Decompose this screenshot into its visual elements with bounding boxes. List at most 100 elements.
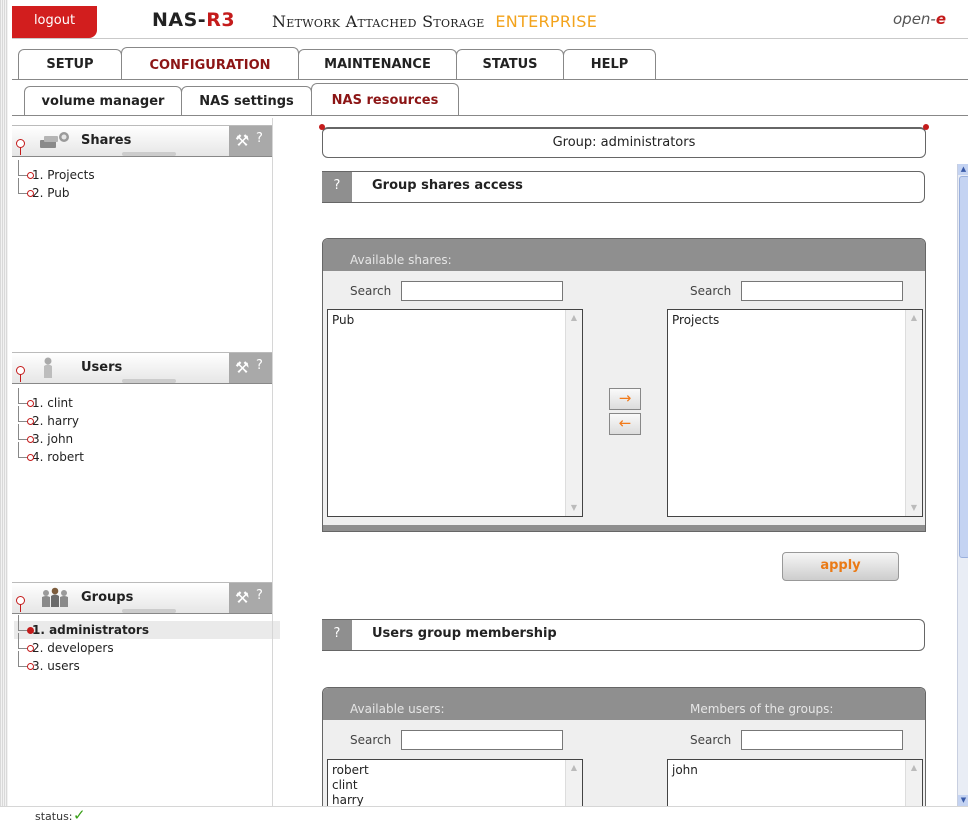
tab-configuration[interactable]: CONFIGURATION [121, 47, 299, 79]
scroll-up-icon[interactable]: ▲ [569, 763, 579, 773]
shares-panel-tools: ⚒ ? [229, 126, 272, 156]
scroll-down-icon[interactable]: ▼ [569, 503, 579, 513]
available-shares-list[interactable]: Pub ▲ ▼ [327, 309, 583, 517]
available-shares-label: Available shares: [350, 253, 452, 267]
search-label: Search [690, 733, 732, 747]
brand-main: NAS- [152, 9, 207, 31]
scroll-up-icon[interactable]: ▲ [909, 313, 919, 323]
corner-marker [319, 124, 325, 130]
tab-status[interactable]: STATUS [456, 49, 564, 80]
tab-volume-manager[interactable]: volume manager [24, 86, 182, 116]
help-icon[interactable]: ? [322, 620, 352, 650]
panel-pin-stem [20, 374, 21, 382]
assigned-shares-search-input[interactable] [741, 281, 903, 301]
logo-e: e [935, 10, 947, 28]
sub-tabs-baseline [12, 115, 968, 116]
wrench-icon[interactable]: ⚒ [235, 588, 249, 607]
scrollbar-thumb[interactable] [959, 176, 968, 558]
available-users-search-input[interactable] [401, 730, 563, 750]
group-item-administrators[interactable]: 1. administrators [14, 615, 280, 639]
shares-panel-header[interactable]: Shares ⚒ ? [12, 125, 272, 157]
logout-button[interactable]: logout [12, 6, 97, 38]
groups-tree: 1. administrators 2. developers 3. users [14, 615, 280, 675]
list-item[interactable]: robert [332, 763, 369, 778]
user-item-robert[interactable]: 4. robert [14, 442, 84, 466]
user-item-label: 4. robert [32, 450, 84, 464]
scroll-up-icon[interactable]: ▲ [958, 164, 968, 175]
help-icon[interactable]: ? [256, 588, 263, 603]
list-item[interactable]: Pub [332, 313, 354, 328]
users-panel-header[interactable]: Users ⚒ ? [12, 352, 272, 384]
user-item-label: 2. harry [32, 414, 79, 428]
tab-nas-settings[interactable]: NAS settings [181, 86, 312, 116]
users-panel-title: Users [81, 360, 123, 375]
groups-panel-header[interactable]: Groups ⚒ ? [12, 582, 272, 614]
scroll-up-icon[interactable]: ▲ [909, 763, 919, 773]
share-item-label: 2. Pub [32, 186, 70, 200]
list-item[interactable]: Projects [672, 313, 719, 328]
group-item-label: 3. users [32, 659, 80, 673]
brand-version: R3 [206, 9, 236, 31]
header-divider [12, 38, 968, 39]
help-icon[interactable]: ? [256, 358, 263, 373]
apply-button[interactable]: apply [782, 552, 899, 581]
shares-panel-title: Shares [81, 133, 132, 148]
tab-nas-resources[interactable]: NAS resources [311, 83, 459, 115]
group-item-developers[interactable]: 2. developers [14, 633, 280, 657]
logo-main: open- [893, 10, 936, 28]
panel-pin-stem [20, 604, 21, 612]
scroll-down-icon[interactable]: ▼ [909, 503, 919, 513]
group-icon [42, 587, 68, 607]
list-scrollbar[interactable]: ▲ ▼ [905, 310, 922, 516]
available-shares-search-input[interactable] [401, 281, 563, 301]
group-title-bar: Group: administrators [319, 124, 929, 158]
wrench-icon[interactable]: ⚒ [235, 131, 249, 150]
group-item-label: 2. developers [32, 641, 114, 655]
available-users-list[interactable]: robert clint harry ▲ [327, 759, 583, 807]
tab-maintenance[interactable]: MAINTENANCE [298, 49, 457, 80]
panel-header-bar: Available users: Members of the groups: [323, 688, 925, 720]
add-share-button[interactable]: → [609, 388, 641, 410]
group-members-list[interactable]: john ▲ [667, 759, 923, 807]
list-scrollbar[interactable]: ▲ ▼ [565, 310, 582, 516]
help-icon[interactable]: ? [256, 131, 263, 146]
corner-marker [923, 124, 929, 130]
wrench-icon[interactable]: ⚒ [235, 358, 249, 377]
list-item[interactable]: clint [332, 778, 369, 793]
tab-setup[interactable]: SETUP [18, 49, 122, 80]
group-members-label: Members of the groups: [690, 702, 834, 716]
groups-panel-title: Groups [81, 590, 134, 605]
sidebar-divider [272, 118, 273, 808]
group-title: Group: administrators [552, 135, 696, 150]
available-users-label: Available users: [350, 702, 445, 716]
assigned-shares-list[interactable]: Projects ▲ ▼ [667, 309, 923, 517]
tab-help[interactable]: HELP [563, 49, 656, 80]
subtitle-text: Network Attached Storage [272, 12, 485, 31]
scroll-up-icon[interactable]: ▲ [569, 313, 579, 323]
list-item[interactable]: john [672, 763, 698, 778]
panel-resize-handle[interactable] [122, 609, 176, 613]
list-scrollbar[interactable]: ▲ [905, 760, 922, 807]
share-item-label: 1. Projects [32, 168, 95, 182]
scroll-down-icon[interactable]: ▼ [958, 795, 968, 806]
list-item[interactable]: harry [332, 793, 369, 807]
help-icon[interactable]: ? [322, 172, 352, 202]
status-label: status: [35, 810, 73, 823]
shares-assign-panel: Available shares: Search Search Pub ▲ ▼ →… [322, 238, 926, 532]
status-bar [0, 806, 968, 828]
section-title: Users group membership [372, 626, 557, 641]
members-search-input[interactable] [741, 730, 903, 750]
user-item-label: 3. john [32, 432, 74, 446]
check-icon: ✓ [73, 806, 86, 824]
panel-footer-bar [323, 525, 925, 531]
groups-panel-tools: ⚒ ? [229, 583, 272, 613]
shares-icon [40, 132, 69, 148]
group-item-users[interactable]: 3. users [14, 651, 280, 675]
edition-label: ENTERPRISE [495, 12, 598, 31]
list-scrollbar[interactable]: ▲ [565, 760, 582, 807]
content-scrollbar[interactable]: ▲ ▼ [957, 164, 968, 806]
panel-resize-handle[interactable] [122, 379, 176, 383]
share-item-pub[interactable]: 2. Pub [14, 178, 95, 202]
remove-share-button[interactable]: ← [609, 413, 641, 435]
panel-resize-handle[interactable] [122, 152, 176, 156]
